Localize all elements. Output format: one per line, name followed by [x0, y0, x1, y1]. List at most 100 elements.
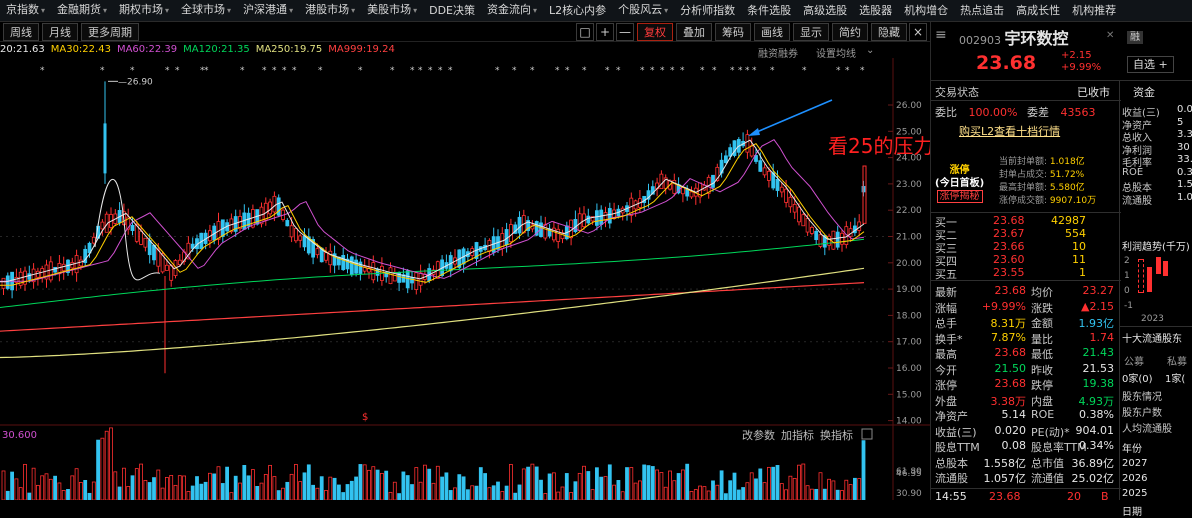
volume-bar	[27, 492, 32, 500]
menu-item-13[interactable]: 高级选股	[797, 0, 853, 21]
volume-panel-button[interactable]: 加指标	[781, 428, 814, 442]
close-icon[interactable]: ×	[909, 22, 927, 41]
tab-more-periods[interactable]: 更多周期	[81, 22, 139, 41]
candle-body	[1, 277, 6, 289]
candle-body	[862, 165, 867, 224]
menu-item-10[interactable]: 个股风云 ▾	[612, 0, 674, 21]
quote-value: 23.68	[994, 377, 1027, 390]
volume-bar	[663, 486, 668, 500]
margin-badge[interactable]: 融	[1127, 28, 1143, 44]
volume-bar	[53, 475, 57, 500]
tab-public-funds[interactable]: 公募	[1124, 353, 1144, 368]
overlay-button[interactable]: 叠加	[676, 22, 712, 41]
candle-body	[103, 123, 107, 174]
candle-body	[27, 273, 32, 280]
add-watchlist-button[interactable]: 自选 +	[1127, 56, 1174, 73]
volume-bar	[375, 469, 380, 500]
menu-item-0[interactable]: 京指数 ▾	[0, 0, 51, 21]
dividend-marker: $	[362, 412, 368, 423]
kline-chart[interactable]: 26.0025.0024.0023.0022.0021.0020.0019.00…	[0, 58, 930, 500]
menu-item-16[interactable]: 热点追击	[954, 0, 1010, 21]
volume-bar	[470, 485, 475, 500]
menu-item-15[interactable]: 机构增仓	[898, 0, 954, 21]
menu-item-17[interactable]: 高成长性	[1010, 0, 1066, 21]
trend-axis-label: 2	[1124, 256, 1130, 266]
quote-label: 净资产	[935, 410, 968, 423]
simple-button[interactable]: 简约	[832, 22, 868, 41]
volume-bar	[638, 480, 642, 500]
price-tick-label: 15.00	[896, 390, 922, 400]
menu-item-1[interactable]: 金融期货 ▾	[51, 0, 113, 21]
menu-item-4[interactable]: 沪深港通 ▾	[237, 0, 299, 21]
close-icon[interactable]: ✕	[1106, 28, 1114, 41]
menu-item-9[interactable]: L2核心内参	[543, 0, 612, 21]
menu-item-8[interactable]: 资金流向 ▾	[481, 0, 543, 21]
menu-item-14[interactable]: 选股器	[853, 0, 898, 21]
holders-link[interactable]: 人均流通股	[1122, 420, 1172, 435]
buy-l2-link[interactable]: 购买L2查看十档行情	[959, 123, 1060, 139]
volume-bar	[797, 464, 801, 500]
menu-item-12[interactable]: 条件选股	[741, 0, 797, 21]
chevron-down-icon[interactable]: ⌄	[866, 45, 874, 56]
menu-item-3[interactable]: 全球市场 ▾	[175, 0, 237, 21]
volume-bar	[195, 476, 199, 500]
display-button[interactable]: 显示	[793, 22, 829, 41]
quote-value: 5.14	[1001, 408, 1027, 421]
menu-item-5[interactable]: 港股市场 ▾	[299, 0, 361, 21]
draw-line-button[interactable]: 画线	[754, 22, 790, 41]
chips-button[interactable]: 筹码	[715, 22, 751, 41]
volume-bar	[212, 473, 217, 500]
volume-bar	[18, 487, 23, 500]
chevron-down-icon: ▾	[41, 6, 46, 15]
annotation-arrow	[751, 99, 833, 135]
menu-item-11[interactable]: 分析师指数	[674, 0, 741, 21]
candle-body	[388, 267, 393, 285]
menu-item-18[interactable]: 机构推荐	[1066, 0, 1122, 21]
quote-label: 最新	[935, 286, 957, 299]
quote-label: 量比	[1031, 332, 1053, 346]
menu-icon[interactable]: ≡	[935, 27, 947, 43]
volume-bar	[31, 467, 36, 500]
zoom-out-button[interactable]: —	[616, 22, 634, 41]
ma-legend-item: 20:21.63	[0, 44, 45, 55]
adjust-price-button[interactable]: 复权	[637, 22, 673, 41]
volume-bar	[61, 489, 66, 500]
volume-bar	[229, 492, 234, 500]
candle-body	[586, 215, 591, 224]
volume-bar	[444, 472, 449, 500]
chevron-down-icon: ▾	[227, 6, 232, 15]
volume-bar	[620, 491, 625, 500]
tab-fund[interactable]: 资金	[1133, 84, 1155, 100]
holders-link[interactable]: 股东情况	[1122, 388, 1162, 403]
window-square-button[interactable]: □	[576, 22, 594, 41]
volume-panel-close-icon[interactable]	[861, 428, 873, 440]
holders-link[interactable]: 股东户数	[1122, 404, 1162, 419]
quote-label: 股息TTM	[935, 441, 980, 454]
candle-body	[268, 201, 273, 215]
menu-item-2[interactable]: 期权市场 ▾	[113, 0, 175, 21]
volume-bar	[362, 464, 367, 500]
candle-body	[70, 262, 75, 269]
volume-bar	[156, 469, 161, 500]
volume-panel-button[interactable]: 改参数	[742, 428, 775, 442]
candle-body	[689, 191, 694, 198]
volume-bar	[83, 480, 88, 500]
volume-panel-button[interactable]: 换指标	[820, 428, 853, 442]
chevron-down-icon: ▾	[533, 6, 538, 15]
hide-button[interactable]: 隐藏	[871, 22, 907, 41]
tab-private-funds[interactable]: 私募	[1167, 353, 1187, 368]
star-marker: *	[640, 66, 645, 76]
menu-item-6[interactable]: 美股市场 ▾	[361, 0, 423, 21]
volume-bar	[48, 478, 53, 500]
volume-bar	[633, 482, 638, 500]
volume-bar	[302, 472, 307, 500]
tab-weekly[interactable]: 周线	[3, 22, 39, 41]
star-marker: *	[292, 66, 297, 76]
zoom-in-button[interactable]: +	[596, 22, 614, 41]
tab-monthly[interactable]: 月线	[42, 22, 78, 41]
volume-bar	[182, 475, 187, 500]
volume-bar	[818, 472, 823, 500]
candle-body	[599, 209, 604, 225]
menu-item-7[interactable]: DDE决策	[423, 0, 481, 21]
bid-price: 23.60	[993, 253, 1025, 266]
